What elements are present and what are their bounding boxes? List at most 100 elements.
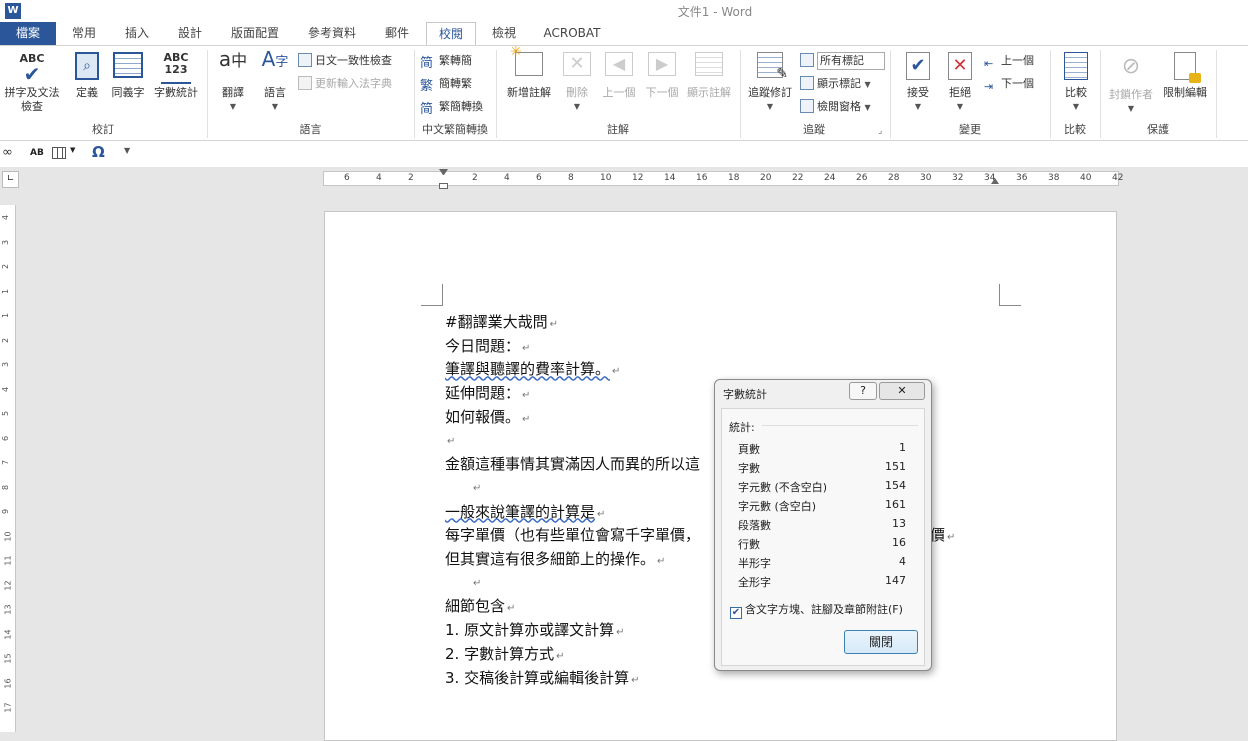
stat-label: 字元數 (不含空白): [738, 481, 828, 494]
quick-access-toolbar: ∞ AB ▼ Ω ▼: [0, 141, 1248, 167]
document-line[interactable]: 如何報價。 ↵: [445, 406, 530, 427]
document-line[interactable]: 細節包含 ↵: [445, 595, 515, 616]
crop-mark: [999, 284, 1021, 306]
reject-button[interactable]: ✕ 拒絕 ▼: [940, 52, 980, 114]
divider: [762, 425, 918, 426]
japanese-consistency-button[interactable]: 日文一致性檢查: [298, 52, 392, 70]
ruler-tick-label: 14: [664, 173, 676, 183]
stat-value: 161: [885, 498, 906, 511]
chinese-conversion-button[interactable]: 简繁簡轉換: [420, 98, 483, 117]
group-label-comments: 註解: [607, 123, 629, 136]
simp-to-trad-button[interactable]: 繁簡轉繁: [420, 75, 472, 94]
table-icon[interactable]: [52, 147, 66, 159]
tab-mailings[interactable]: 郵件: [375, 22, 419, 46]
document-line[interactable]: 一般來說筆譯的計算是 ↵: [445, 501, 605, 522]
chevron-down-icon: ▼: [271, 102, 279, 111]
ruler-tick-label: 20: [760, 173, 772, 183]
stat-label: 字數: [738, 462, 760, 475]
document-line[interactable]: 筆譯與聽譯的費率計算。 ↵: [445, 358, 620, 379]
tab-file[interactable]: 檔案: [0, 22, 56, 46]
new-comment-button[interactable]: ✳ 新增註解: [502, 45, 556, 100]
restrict-editing-button[interactable]: 限制編輯: [1158, 52, 1212, 100]
tab-home[interactable]: 常用: [62, 22, 106, 46]
tab-selector-icon[interactable]: ∟: [2, 171, 19, 188]
document-line-tail[interactable]: 價 ↵: [930, 524, 955, 545]
tab-design[interactable]: 設計: [168, 22, 212, 46]
show-markup-button[interactable]: 顯示標記 ▼: [800, 75, 871, 94]
tab-view[interactable]: 檢視: [482, 22, 526, 46]
next-comment-button[interactable]: ▶ 下一個: [642, 52, 682, 100]
document-line[interactable]: 延伸問題： ↵: [445, 382, 530, 403]
update-ime-dictionary-button[interactable]: 更新輸入法字典: [298, 75, 392, 93]
document-line[interactable]: 1. 原文計算亦或譯文計算 ↵: [445, 619, 624, 640]
vertical-ruler[interactable]: 4 3 2 1 1 2 3 4 5 6 7 8 9 10 11 12 13 14 15 16 17: [0, 205, 16, 732]
tab-review[interactable]: 校閱: [426, 22, 476, 47]
stat-value: 147: [885, 574, 906, 587]
document-line[interactable]: 但其實這有很多細節上的操作。 ↵: [445, 548, 665, 569]
show-comments-button[interactable]: 顯示註解: [682, 52, 736, 100]
dialog-launcher-icon[interactable]: ⌟: [878, 126, 882, 136]
document-line[interactable]: #翻譯業大哉問 ↵: [445, 311, 558, 332]
document-line[interactable]: ↵: [445, 430, 455, 448]
translate-button[interactable]: a中 翻譯 ▼: [213, 49, 253, 114]
ruler-tick-label: 1: [1, 312, 11, 319]
stat-label: 行數: [738, 538, 760, 551]
compare-icon: [1064, 52, 1088, 80]
block-authors-button[interactable]: ⊘ 封鎖作者 ▼: [1104, 52, 1158, 116]
trad-to-simp-button[interactable]: 简繁轉簡: [420, 52, 472, 71]
stat-value: 13: [892, 517, 906, 530]
word-count-button[interactable]: ABC 123 字數統計: [150, 52, 202, 100]
group-label-protect: 保護: [1147, 123, 1169, 136]
markup-display-select[interactable]: 所有標記: [800, 52, 885, 70]
document-line[interactable]: ↵: [471, 572, 481, 590]
stat-row: 全形字 147: [738, 574, 906, 592]
next-change-button[interactable]: ⇥ 下一個: [984, 75, 1034, 93]
dictionary-icon: [298, 76, 312, 90]
document-line[interactable]: 3. 交稿後計算或編輯後計算 ↵: [445, 667, 639, 688]
reviewing-pane-button[interactable]: 檢閱窗格 ▼: [800, 98, 871, 117]
right-indent-marker-icon[interactable]: [991, 178, 999, 184]
document-line[interactable]: 每字單價（也有些單位會寫千字單價，: [445, 524, 700, 545]
tab-references[interactable]: 參考資料: [297, 22, 367, 46]
close-button[interactable]: 關閉: [844, 630, 918, 654]
chevron-down-icon[interactable]: ▼: [70, 146, 75, 154]
define-button[interactable]: ⌕ 定義: [70, 52, 104, 100]
stat-label: 半形字: [738, 557, 771, 570]
paragraph-mark-icon: ↵: [522, 390, 531, 402]
previous-change-button[interactable]: ⇤ 上一個: [984, 52, 1034, 70]
help-button[interactable]: ?: [849, 382, 877, 400]
ruler-tick-label: 8: [1, 484, 11, 490]
checkbox-checked-icon: ✔: [730, 607, 742, 619]
link-icon[interactable]: ∞: [2, 145, 13, 160]
ruler-tick-label: 4: [1, 386, 11, 392]
tab-layout[interactable]: 版面配置: [222, 22, 288, 46]
dialog-close-x-button[interactable]: ✕: [879, 382, 925, 400]
ab-footnote-icon[interactable]: AB: [30, 148, 44, 158]
tab-acrobat[interactable]: ACROBAT: [536, 22, 608, 46]
tab-insert[interactable]: 插入: [115, 22, 159, 46]
document-line[interactable]: 今日問題： ↵: [445, 335, 530, 356]
document-line[interactable]: 2. 字數計算方式 ↵: [445, 643, 564, 664]
accept-icon: ✔: [906, 52, 930, 80]
accept-button[interactable]: ✔ 接受 ▼: [898, 52, 938, 114]
include-textboxes-checkbox[interactable]: ✔ 含文字方塊、註腳及章節附註(F): [730, 601, 903, 619]
ruler-tick-label: 17: [3, 702, 13, 713]
document-line[interactable]: 金額這種事情其實滿因人而異的所以這: [445, 453, 700, 474]
previous-comment-button[interactable]: ◀ 上一個: [598, 52, 640, 100]
stat-value: 16: [892, 536, 906, 549]
customize-toolbar-icon[interactable]: ▼: [124, 146, 130, 155]
stat-row: 字數 151: [738, 460, 906, 478]
track-changes-button[interactable]: ✎ 追蹤修訂 ▼: [745, 52, 795, 114]
document-line[interactable]: ↵: [471, 477, 481, 495]
omega-symbol-icon[interactable]: Ω: [92, 143, 105, 161]
delete-comment-button[interactable]: ✕ 刪除 ▼: [560, 52, 594, 114]
ruler-tick-label: 14: [3, 628, 13, 640]
ribbon: ABC ✔ 拼字及文法 檢查 ⌕ 定義 同義字 ABC 123 字數統計 校訂 a中…: [0, 45, 1248, 141]
indent-marker-icon[interactable]: [439, 169, 448, 191]
stat-label: 段落數: [738, 519, 771, 532]
compare-button[interactable]: 比較 ▼: [1056, 52, 1096, 114]
spelling-check-icon: ABC ✔: [19, 52, 45, 86]
spelling-grammar-button[interactable]: ABC ✔ 拼字及文法 檢查: [2, 52, 62, 114]
language-button[interactable]: A字 語言 ▼: [256, 49, 294, 114]
thesaurus-button[interactable]: 同義字: [108, 52, 148, 100]
